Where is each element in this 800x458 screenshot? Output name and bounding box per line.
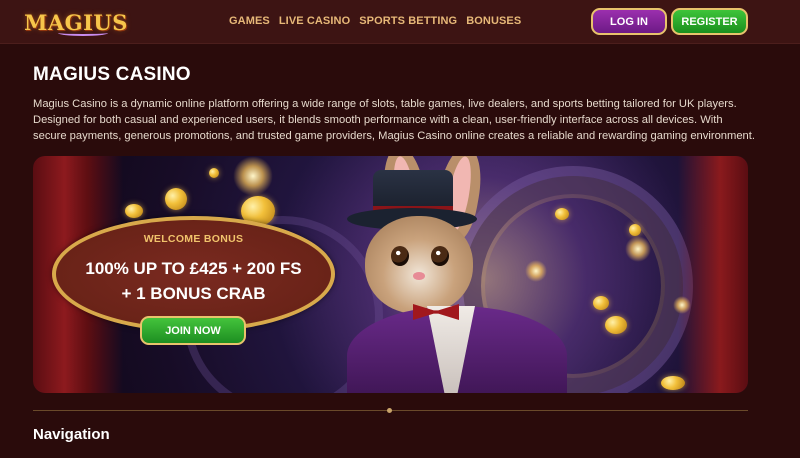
nav-live-casino[interactable]: LIVE CASINO (279, 15, 350, 27)
coin-icon (605, 316, 627, 334)
main-nav: GAMES LIVE CASINO SPORTS BETTING BONUSES (229, 15, 530, 27)
logo-swoosh-icon (58, 30, 108, 36)
register-button[interactable]: REGISTER (671, 8, 748, 35)
intro-paragraph: Magius Casino is a dynamic online platfo… (33, 98, 755, 143)
nav-sports-betting[interactable]: SPORTS BETTING (359, 15, 457, 27)
coin-icon (165, 188, 187, 210)
sparkle-icon (233, 156, 273, 196)
coin-icon (125, 204, 143, 218)
rabbit-magician-illustration (333, 156, 583, 393)
curtain-right (678, 156, 748, 393)
sparkle-icon (673, 296, 691, 314)
coin-icon (209, 168, 219, 178)
coin-icon (629, 224, 641, 236)
magius-logo[interactable]: MAGIUS (24, 8, 127, 36)
page-title: MAGIUS CASINO (33, 64, 191, 85)
nav-bonuses[interactable]: BONUSES (466, 15, 521, 27)
coin-icon (593, 296, 609, 310)
welcome-bonus-label: WELCOME BONUS (143, 233, 244, 245)
sparkle-icon (625, 236, 651, 262)
navigation-heading: Navigation (33, 426, 110, 443)
coin-icon (661, 376, 685, 390)
join-now-button[interactable]: JOIN NOW (140, 316, 246, 345)
site-header: MAGIUS GAMES LIVE CASINO SPORTS BETTING … (0, 0, 800, 44)
bonus-offer-line-1: 100% UP TO £425 + 200 FS (85, 259, 302, 278)
bonus-offer-line-2: + 1 BONUS CRAB (121, 284, 266, 303)
login-button[interactable]: LOG IN (591, 8, 667, 35)
divider-dot (387, 408, 392, 413)
nav-games[interactable]: GAMES (229, 15, 270, 27)
